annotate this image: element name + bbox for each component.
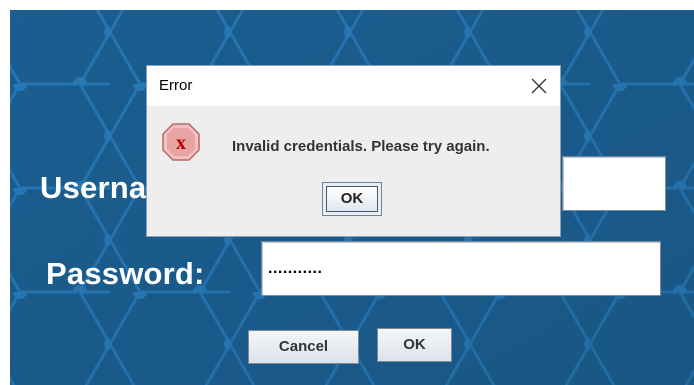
username-input[interactable]	[562, 156, 666, 211]
password-label: Password:	[46, 256, 205, 291]
cancel-button[interactable]: Cancel	[248, 330, 359, 364]
username-label: Userna	[40, 170, 147, 205]
dialog-title: Error	[159, 77, 193, 94]
ok-button[interactable]: OK	[377, 328, 452, 362]
close-icon[interactable]	[524, 71, 554, 101]
error-x-icon: x	[161, 122, 201, 162]
svg-text:x: x	[176, 132, 186, 154]
dialog-message: Invalid credentials. Please try again.	[232, 138, 490, 155]
dialog-ok-button[interactable]: OK	[322, 182, 382, 216]
error-dialog: Error x Invalid credentials. Please try …	[146, 65, 561, 237]
password-input[interactable]: ...........	[261, 241, 661, 296]
dialog-titlebar: Error	[147, 66, 560, 106]
dialog-ok-label: OK	[326, 186, 378, 212]
